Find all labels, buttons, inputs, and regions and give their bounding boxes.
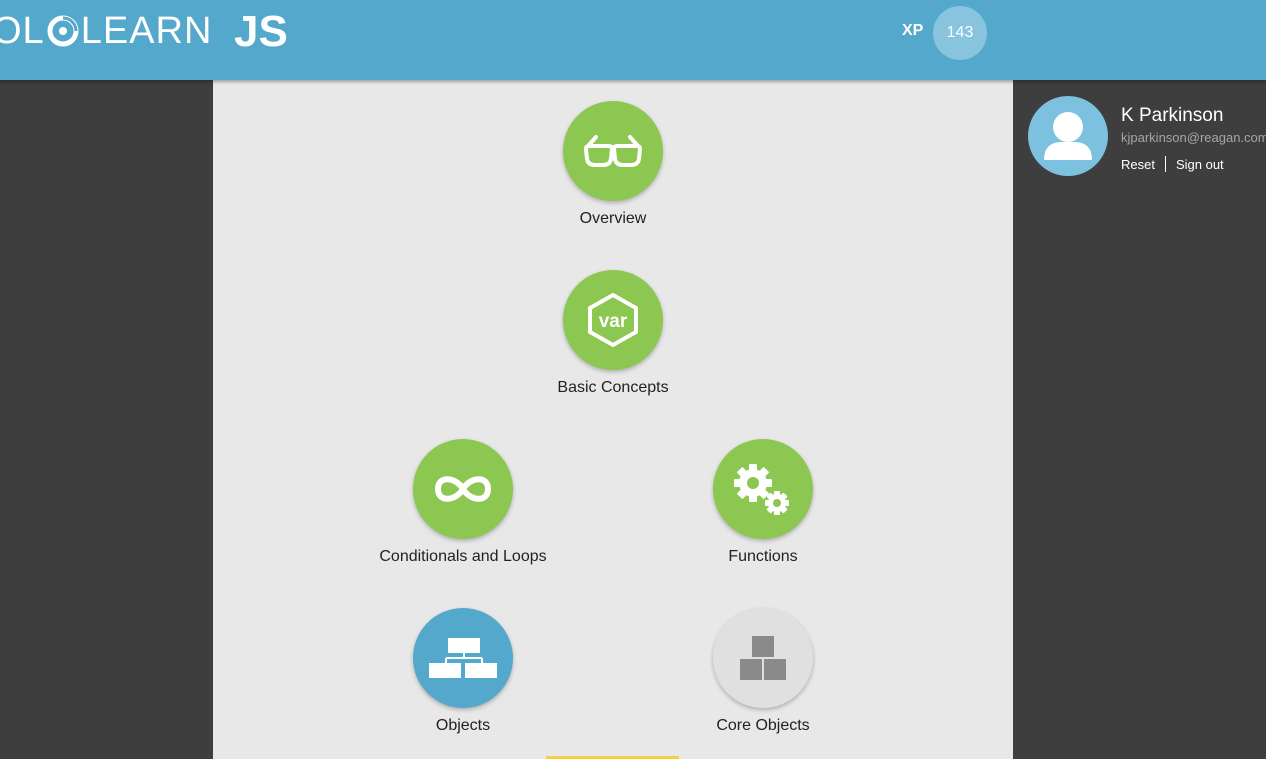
- top-bar: OL LEARN JS XP 143: [0, 0, 1266, 80]
- lesson-map-panel: Overview var Basic Concepts Conditionals…: [213, 80, 1013, 759]
- lesson-core-objects[interactable]: Core Objects: [653, 608, 873, 735]
- logo-text-right: LEARN: [80, 9, 213, 52]
- user-name: K Parkinson: [1121, 105, 1224, 126]
- hierarchy-icon: [429, 638, 497, 678]
- lesson-label: Conditionals and Loops: [379, 548, 547, 565]
- xp-badge: 143: [933, 6, 987, 60]
- avatar[interactable]: [1028, 96, 1108, 176]
- course-title: JS: [234, 7, 288, 56]
- infinity-icon: [434, 476, 492, 502]
- lesson-basic-concepts-button[interactable]: var: [563, 270, 663, 370]
- lesson-basic-concepts[interactable]: var Basic Concepts: [503, 270, 723, 397]
- lesson-label: Overview: [579, 210, 647, 227]
- lesson-label: Functions: [728, 548, 798, 565]
- lesson-objects-button[interactable]: [413, 608, 513, 708]
- gears-icon: [734, 464, 789, 515]
- svg-text:var: var: [599, 311, 628, 332]
- lesson-conditionals-and-loops[interactable]: Conditionals and Loops: [353, 439, 573, 566]
- lesson-overview-button[interactable]: [563, 101, 663, 201]
- sign-out-link[interactable]: Sign out: [1176, 157, 1224, 172]
- lesson-label: Basic Concepts: [557, 379, 669, 396]
- glasses-icon: [583, 135, 643, 167]
- lesson-label: Objects: [435, 717, 491, 734]
- link-divider: [1164, 156, 1166, 172]
- blocks-icon: [740, 636, 786, 680]
- user-silhouette-icon: [1044, 112, 1092, 160]
- lesson-conditionals-button[interactable]: [413, 439, 513, 539]
- lesson-functions[interactable]: Functions: [653, 439, 873, 566]
- lesson-overview[interactable]: Overview: [503, 101, 723, 228]
- user-sidebar: K Parkinson kjparkinson@reagan.com Reset…: [1013, 80, 1266, 759]
- logo-text-left: OL: [0, 9, 45, 52]
- sololearn-logo[interactable]: OL LEARN: [0, 9, 212, 53]
- lesson-functions-button[interactable]: [713, 439, 813, 539]
- lesson-objects[interactable]: Objects: [353, 608, 573, 735]
- user-email: kjparkinson@reagan.com: [1121, 130, 1266, 145]
- logo-swirl-icon: [47, 15, 79, 47]
- var-hexagon-icon: var: [588, 292, 638, 348]
- reset-link[interactable]: Reset: [1121, 157, 1155, 172]
- lesson-core-objects-button[interactable]: [713, 608, 813, 708]
- lesson-label: Core Objects: [716, 717, 810, 734]
- user-actions: Reset Sign out: [1121, 156, 1224, 172]
- xp-label: XP: [902, 22, 924, 39]
